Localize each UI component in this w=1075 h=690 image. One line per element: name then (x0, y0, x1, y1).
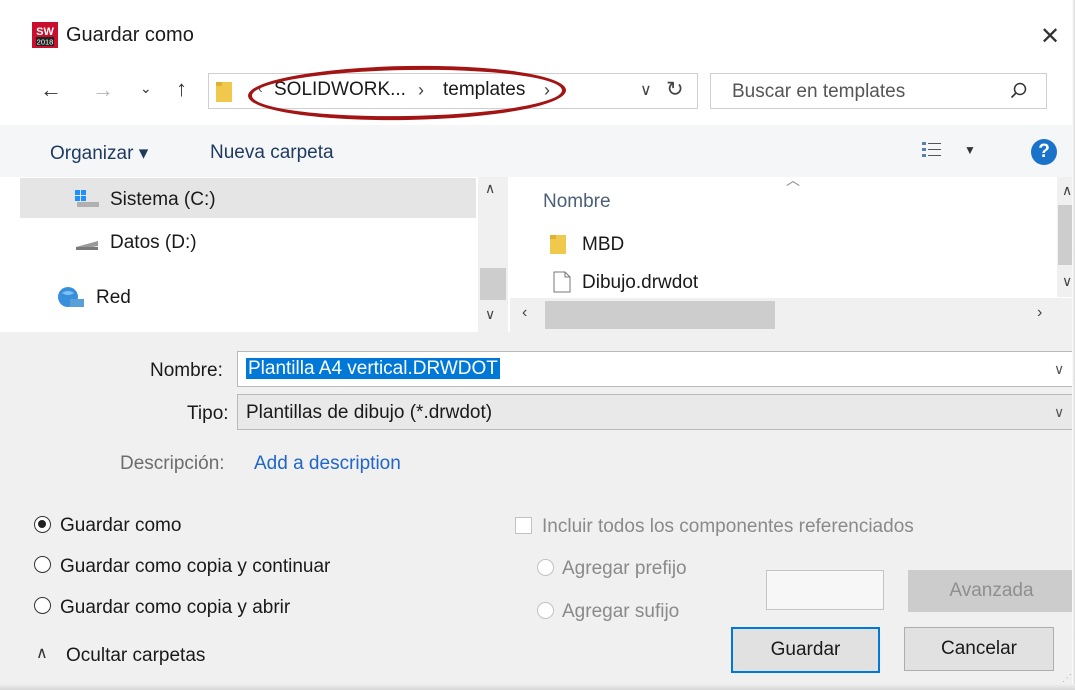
folder-icon (216, 82, 232, 102)
radio-add-suffix[interactable] (537, 602, 554, 619)
include-references-label: Incluir todos los componentes referencia… (542, 516, 914, 537)
resize-grip-icon[interactable]: ⋰ (1062, 673, 1072, 684)
search-placeholder: Buscar en templates (732, 81, 906, 102)
recent-locations-chevron-icon[interactable]: ⌄ (140, 80, 152, 97)
scroll-right-arrow-icon[interactable]: › (1037, 304, 1042, 322)
file-type-dropdown-chevron-icon[interactable]: ∨ (1054, 404, 1064, 421)
new-folder-button[interactable]: Nueva carpeta (210, 142, 334, 164)
forward-arrow-icon[interactable]: → (92, 77, 114, 103)
search-icon[interactable] (1010, 82, 1028, 100)
sort-ascending-icon[interactable]: ︿ (786, 170, 800, 190)
scroll-down-arrow-icon[interactable]: ∨ (485, 306, 495, 323)
nav-pane-scrollbar-thumb[interactable] (480, 268, 506, 300)
scroll-up-arrow-icon[interactable]: ∧ (1062, 182, 1072, 199)
chevron-up-icon[interactable]: ∧ (36, 643, 48, 663)
dialog-title: Guardar como (66, 24, 194, 46)
windows-drive-icon (75, 190, 99, 207)
address-dropdown-chevron-icon[interactable]: ∨ (640, 80, 652, 100)
scroll-left-arrow-icon[interactable]: ‹ (522, 304, 527, 322)
file-item-name[interactable]: Dibujo.drwdot (582, 272, 698, 294)
help-icon[interactable]: ? (1031, 139, 1057, 165)
radio-save-as[interactable] (34, 516, 51, 533)
add-prefix-label: Agregar prefijo (562, 558, 687, 579)
folder-icon (550, 235, 566, 254)
svg-text:2018: 2018 (37, 38, 54, 47)
nav-item-label[interactable]: Sistema (C:) (110, 189, 216, 211)
command-bar (0, 125, 1075, 177)
add-description-link[interactable]: Add a description (254, 453, 401, 475)
network-icon (58, 287, 84, 307)
add-suffix-label: Agregar sufijo (562, 601, 680, 622)
hide-folders-button[interactable]: Ocultar carpetas (66, 645, 205, 667)
nav-item-label[interactable]: Datos (D:) (110, 232, 197, 254)
radio-save-copy-continue-label[interactable]: Guardar como copia y continuar (60, 556, 330, 578)
drive-icon (76, 241, 98, 250)
prefix-suffix-input[interactable] (766, 570, 884, 610)
radio-add-prefix[interactable] (537, 559, 554, 576)
close-button[interactable]: ✕ (1040, 22, 1060, 51)
cancel-button[interactable]: Cancelar (904, 627, 1054, 671)
view-options-icon[interactable] (922, 141, 942, 159)
refresh-icon[interactable]: ↻ (666, 77, 684, 102)
column-header-name[interactable]: Nombre (543, 191, 611, 213)
file-list-hscroll-thumb[interactable] (545, 301, 775, 329)
solidworks-2018-icon: SW 2018 (32, 22, 58, 48)
save-as-dialog: SW 2018 Guardar como ✕ ← → ⌄ ↑ ‹ SOLIDWO… (0, 0, 1075, 690)
up-arrow-icon[interactable]: ↑ (176, 76, 187, 102)
name-label: Nombre: (150, 360, 223, 381)
organize-menu[interactable]: Organizar ▾ (50, 142, 148, 165)
include-references-checkbox[interactable] (515, 517, 532, 534)
file-name-dropdown-chevron-icon[interactable]: ∨ (1054, 361, 1064, 378)
svg-text:SW: SW (36, 26, 54, 38)
save-button[interactable]: Guardar (731, 627, 880, 673)
file-name-value[interactable]: Plantilla A4 vertical.DRWDOT (246, 358, 500, 380)
view-options-chevron-icon[interactable]: ▼ (964, 143, 976, 157)
radio-save-copy-open-label[interactable]: Guardar como copia y abrir (60, 597, 290, 619)
radio-save-copy-continue[interactable] (34, 556, 51, 573)
scroll-down-arrow-icon[interactable]: ∨ (1062, 273, 1072, 290)
dialog-bottom-edge (0, 684, 1075, 690)
advanced-button[interactable]: Avanzada (908, 570, 1075, 612)
scroll-up-arrow-icon[interactable]: ∧ (485, 180, 495, 197)
description-label: Descripción: (120, 453, 225, 474)
nav-item-label[interactable]: Red (96, 287, 131, 309)
file-type-value[interactable]: Plantillas de dibujo (*.drwdot) (246, 402, 492, 424)
radio-save-as-label[interactable]: Guardar como (60, 515, 181, 537)
back-arrow-icon[interactable]: ← (40, 77, 62, 103)
file-item-name[interactable]: MBD (582, 234, 624, 256)
type-label: Tipo: (187, 403, 229, 424)
file-icon (553, 271, 571, 293)
radio-save-copy-open[interactable] (34, 597, 51, 614)
